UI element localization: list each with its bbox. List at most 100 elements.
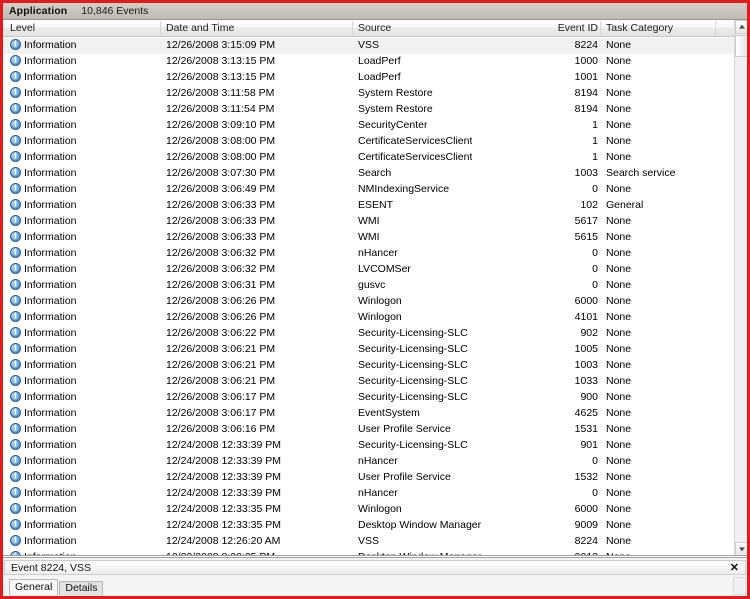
table-row[interactable]: Information 12/26/2008 3:07:30 PM Search 10… (3, 166, 734, 182)
table-row[interactable]: Information 12/26/2008 3:08:00 PM Certific… (3, 150, 734, 166)
cell-level: Information (10, 455, 77, 467)
cell-task-category: None (606, 55, 632, 67)
column-divider[interactable] (715, 21, 716, 36)
table-row[interactable]: Information 12/24/2008 12:26:20 AM VSS 8224… (3, 534, 734, 550)
column-header-date-time[interactable]: Date and Time (166, 22, 234, 34)
tab-general[interactable]: General (9, 579, 59, 595)
cell-task-category: None (606, 71, 632, 83)
table-row[interactable]: Information 12/24/2008 12:33:39 PM Securit… (3, 438, 734, 454)
cell-date-time: 12/26/2008 3:07:30 PM (166, 167, 276, 179)
cell-date-time: 12/26/2008 3:06:26 PM (166, 311, 276, 323)
cell-source: CertificateServicesClient (358, 151, 473, 163)
cell-event-id: 1003 (574, 359, 598, 371)
table-row[interactable]: Information 12/26/2008 3:13:15 PM LoadPerf… (3, 70, 734, 86)
cell-level-label: Information (24, 551, 77, 555)
table-row[interactable]: Information 12/26/2008 3:06:22 PM Security… (3, 326, 734, 342)
cell-date-time: 12/26/2008 3:06:33 PM (166, 199, 276, 211)
table-row[interactable]: Information 12/26/2008 3:06:33 PM ESENT 102… (3, 198, 734, 214)
cell-task-category: None (606, 215, 632, 227)
cell-source: System Restore (358, 87, 433, 99)
table-row[interactable]: Information 12/24/2008 12:33:35 PM Winlogo… (3, 502, 734, 518)
event-list-scrollbar[interactable] (734, 20, 747, 555)
information-icon (10, 423, 21, 435)
table-row[interactable]: Information 12/26/2008 3:11:54 PM System R… (3, 102, 734, 118)
table-row[interactable]: Information 12/26/2008 3:13:15 PM LoadPerf… (3, 54, 734, 70)
table-row[interactable]: Information 12/26/2008 3:06:33 PM WMI 5617 N… (3, 214, 734, 230)
table-row[interactable]: Information 12/26/2008 3:06:49 PM NMIndexi… (3, 182, 734, 198)
table-row[interactable]: Information 12/26/2008 3:06:21 PM Security… (3, 374, 734, 390)
cell-task-category: None (606, 455, 632, 467)
table-row[interactable]: Information 12/26/2008 3:11:58 PM System R… (3, 86, 734, 102)
table-row[interactable]: Information 12/26/2008 3:08:00 PM Certific… (3, 134, 734, 150)
cell-event-id: 900 (580, 391, 598, 403)
cell-level-label: Information (24, 183, 77, 195)
cell-level: Information (10, 151, 77, 163)
detail-scrollbar[interactable] (733, 577, 746, 595)
information-icon (10, 327, 21, 339)
table-row[interactable]: Information 12/26/2008 3:06:33 PM WMI 5615 N… (3, 230, 734, 246)
table-row[interactable]: Information 12/26/2008 3:06:32 PM LVCOMSer… (3, 262, 734, 278)
cell-event-id: 8194 (574, 87, 598, 99)
scroll-up-button[interactable] (735, 20, 747, 34)
scrollbar-thumb[interactable] (735, 35, 747, 57)
table-row[interactable]: Information 12/26/2008 3:06:21 PM Security… (3, 358, 734, 374)
table-row[interactable]: Information 12/26/2008 3:06:32 PM nHancer 0… (3, 246, 734, 262)
cell-task-category: None (606, 103, 632, 115)
table-row[interactable]: Information 12/26/2008 3:06:16 PM User Pro… (3, 422, 734, 438)
cell-level: Information (10, 311, 77, 323)
event-list-region: Level Date and Time Source Event ID Task… (3, 20, 747, 556)
cell-task-category: None (606, 263, 632, 275)
cell-level-label: Information (24, 391, 77, 403)
column-divider[interactable] (352, 21, 353, 36)
table-row[interactable]: Information 12/26/2008 3:06:17 PM EventSys… (3, 406, 734, 422)
cell-event-id: 6000 (574, 295, 598, 307)
table-row[interactable]: Information 12/24/2008 12:33:39 PM nHancer… (3, 486, 734, 502)
cell-event-id: 1531 (574, 423, 598, 435)
table-row[interactable]: Information 12/26/2008 3:15:09 PM VSS 8224 N… (3, 38, 734, 54)
information-icon (10, 71, 21, 83)
cell-event-id: 0 (592, 455, 598, 467)
cell-level-label: Information (24, 151, 77, 163)
information-icon (10, 135, 21, 147)
close-icon[interactable]: ✕ (730, 560, 739, 576)
information-icon (10, 503, 21, 515)
table-row[interactable]: Information 12/26/2008 3:09:10 PM Security… (3, 118, 734, 134)
cell-level: Information (10, 503, 77, 515)
cell-source: Winlogon (358, 503, 402, 515)
table-row[interactable]: Information 12/26/2008 3:06:26 PM Winlogon… (3, 294, 734, 310)
cell-level-label: Information (24, 407, 77, 419)
table-row[interactable]: Information 12/26/2008 3:06:26 PM Winlogon… (3, 310, 734, 326)
column-header-level[interactable]: Level (10, 22, 35, 34)
event-detail-pane: Event 8224, VSS ✕ General Details (3, 557, 747, 596)
cell-event-id: 9009 (574, 519, 598, 531)
cell-source: LoadPerf (358, 71, 401, 83)
cell-level-label: Information (24, 103, 77, 115)
information-icon (10, 103, 21, 115)
table-row[interactable]: Information 12/26/2008 3:06:17 PM Security… (3, 390, 734, 406)
cell-level-label: Information (24, 87, 77, 99)
cell-level-label: Information (24, 439, 77, 451)
cell-event-id: 0 (592, 487, 598, 499)
tab-details[interactable]: Details (59, 581, 104, 595)
scroll-down-button[interactable] (735, 542, 747, 555)
cell-level: Information (10, 279, 77, 291)
event-rows-viewport[interactable]: Information 12/26/2008 3:15:09 PM VSS 8224 N… (3, 38, 734, 555)
table-row[interactable]: Information 12/24/2008 12:33:39 PM nHancer… (3, 454, 734, 470)
log-name-label: Application (9, 5, 68, 17)
cell-task-category: None (606, 183, 632, 195)
table-row[interactable]: Information 12/24/2008 12:33:35 PM Desktop… (3, 518, 734, 534)
cell-level: Information (10, 471, 77, 483)
table-row[interactable]: Information 12/23/2008 8:20:25 PM Desktop … (3, 550, 734, 555)
cell-task-category: None (606, 231, 632, 243)
column-header-event-id[interactable]: Event ID (523, 22, 598, 34)
cell-source: WMI (358, 231, 380, 243)
column-divider[interactable] (600, 21, 601, 36)
column-header-source[interactable]: Source (358, 22, 391, 34)
table-row[interactable]: Information 12/26/2008 3:06:31 PM gusvc 0 No… (3, 278, 734, 294)
information-icon (10, 519, 21, 531)
column-divider[interactable] (160, 21, 161, 36)
table-row[interactable]: Information 12/24/2008 12:33:39 PM User Pr… (3, 470, 734, 486)
column-header-task-category[interactable]: Task Category (606, 22, 673, 34)
information-icon (10, 199, 21, 211)
table-row[interactable]: Information 12/26/2008 3:06:21 PM Security… (3, 342, 734, 358)
